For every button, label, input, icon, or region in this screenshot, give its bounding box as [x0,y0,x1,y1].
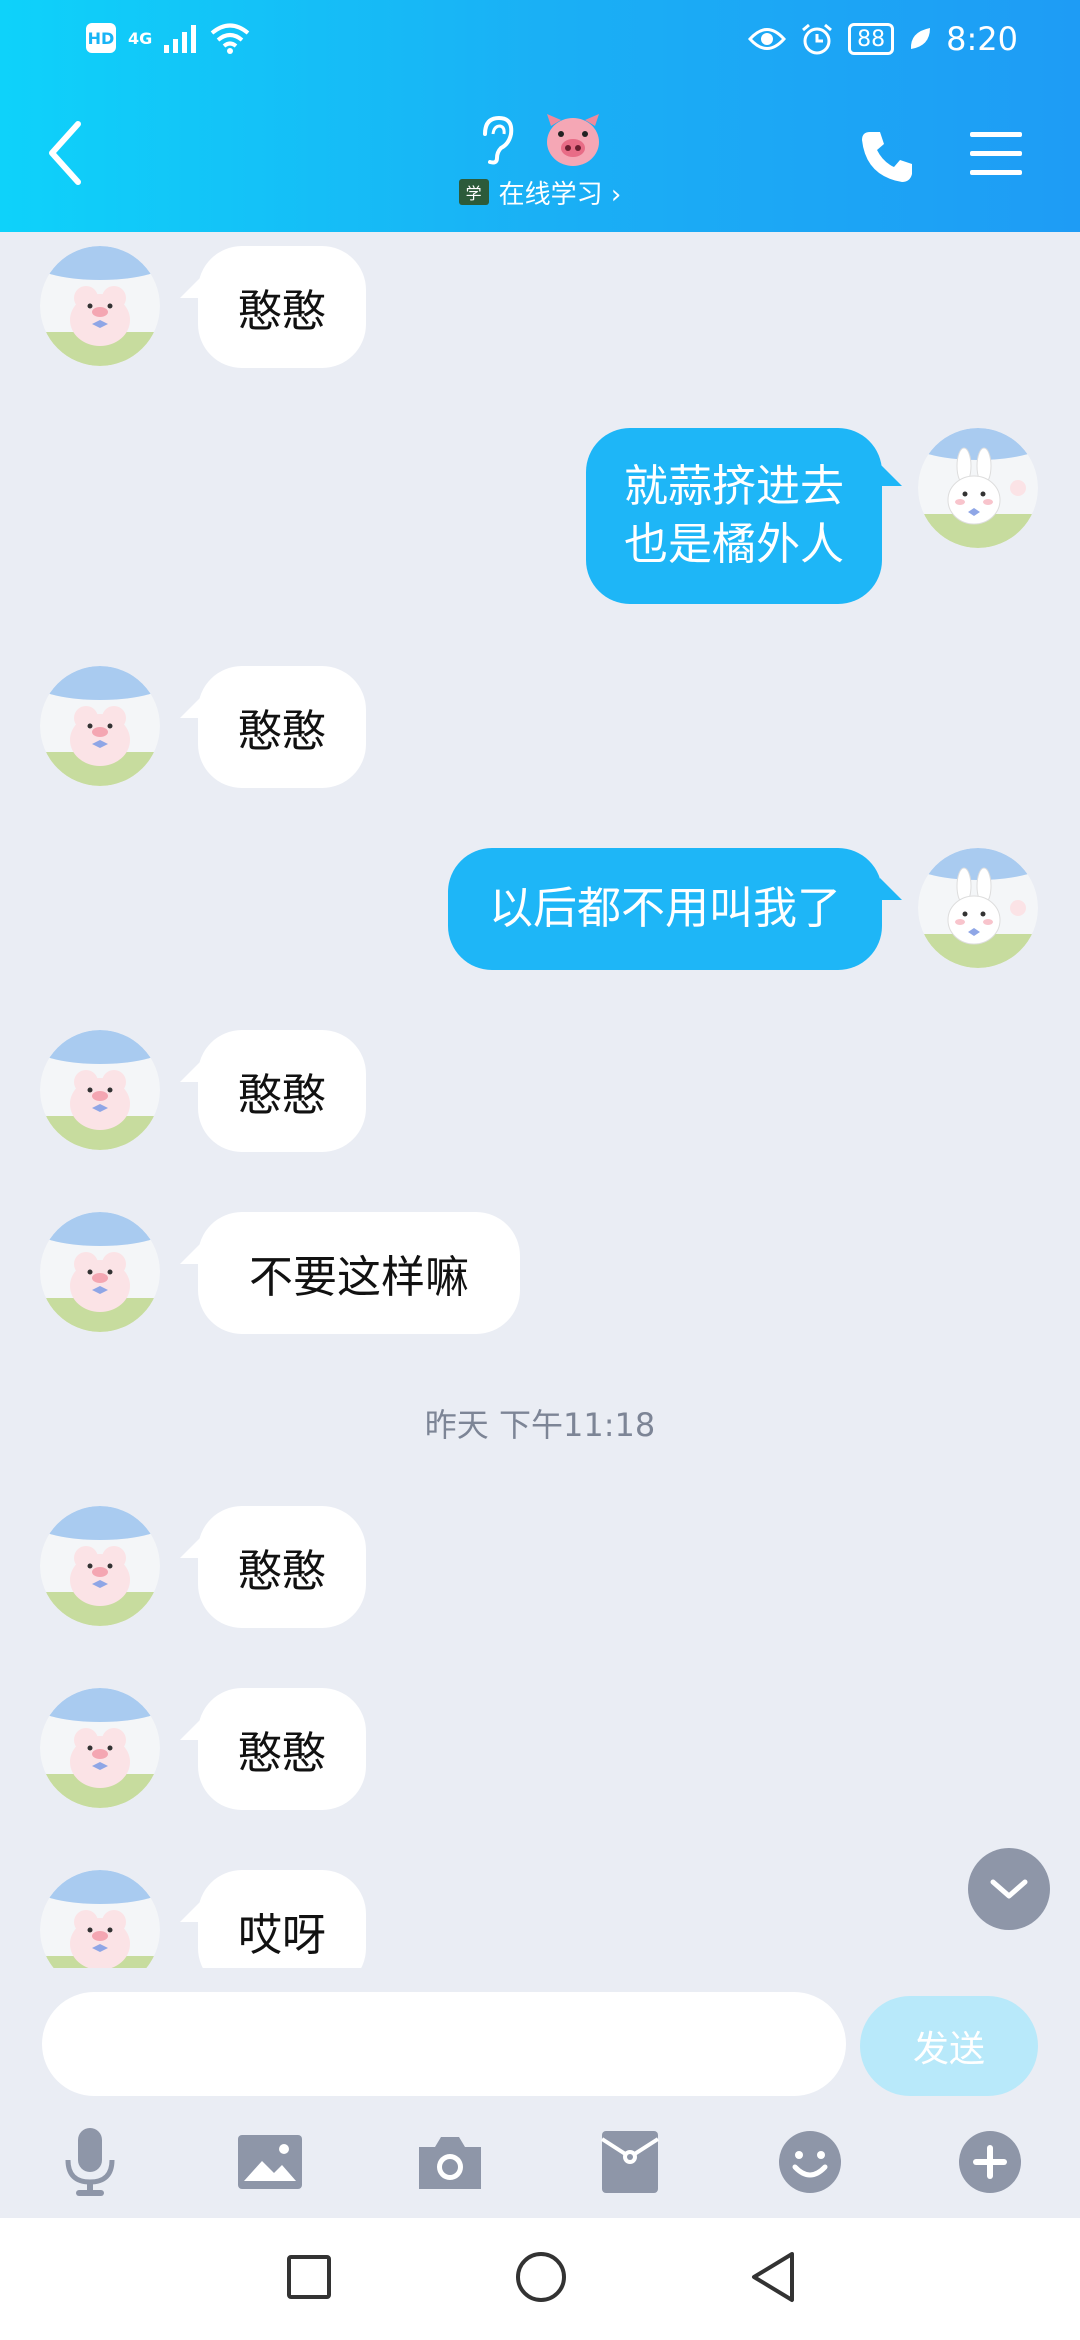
red-packet-button[interactable] [590,2122,670,2202]
send-button[interactable]: 发送 [860,1996,1038,2096]
study-badge: 学 [458,179,489,205]
chat-header: HD 4G 88 8:20 学 在线学习 › [0,0,1080,232]
call-button[interactable] [858,128,916,186]
phone-icon [862,132,912,182]
my-avatar[interactable] [918,428,1038,548]
home-button[interactable] [506,2242,576,2312]
emoji-icon [779,2131,841,2193]
more-button[interactable] [950,2122,1030,2202]
clock: 8:20 [946,20,1018,58]
signal-type: 4G [128,28,153,48]
plus-icon [959,2131,1021,2193]
message-text: 以后都不用叫我了 [489,883,841,934]
pig-avatar-icon [40,666,160,786]
message-text: 不要这样嘛 [249,1252,469,1303]
back-triangle-icon [752,2252,794,2302]
bubble-tail [880,464,902,486]
image-button[interactable] [230,2122,310,2202]
status-left: HD 4G [86,22,250,54]
camera-icon [419,2137,481,2189]
contact-avatar[interactable] [40,666,160,786]
menu-button[interactable] [968,128,1024,180]
bunny-avatar-icon [918,848,1038,968]
leaf-icon [911,28,931,49]
timestamp: 昨天 下午11:18 [424,1406,656,1444]
ear-icon [483,115,514,165]
message-text: 憨憨 [238,286,326,337]
contact-avatar[interactable] [40,246,160,366]
hamburger-icon [970,132,1022,175]
message-bubble-incoming[interactable]: 憨憨 [198,1688,366,1810]
contact-avatar[interactable] [40,1870,160,1968]
message-bubble-incoming[interactable]: 哎呀 [198,1870,366,1968]
my-avatar[interactable] [918,848,1038,968]
emoji-button[interactable] [770,2122,850,2202]
contact-avatar[interactable] [40,1212,160,1332]
message-list[interactable]: 憨憨 就蒜挤进去 也是橘外人 憨憨 以后都不用叫我了 憨憨 不要这样嘛 昨天 下… [0,232,1080,1968]
chevron-down-icon [990,1879,1028,1899]
message-bubble-incoming[interactable]: 憨憨 [198,246,366,368]
contact-avatar[interactable] [40,1506,160,1626]
message-line: 也是橘外人 [624,519,844,570]
contact-avatar[interactable] [40,1030,160,1150]
message-text: 憨憨 [238,706,326,757]
message-bubble-outgoing[interactable]: 就蒜挤进去 也是橘外人 [586,428,882,604]
status-right: 88 8:20 [748,20,1018,58]
voice-button[interactable] [50,2122,130,2202]
recent-apps-button[interactable] [274,2242,344,2312]
message-bubble-incoming[interactable]: 憨憨 [198,1506,366,1628]
chevron-left-icon [49,121,81,185]
message-bubble-incoming[interactable]: 不要这样嘛 [198,1212,520,1334]
signal-icon [164,25,197,53]
online-status[interactable]: 学 在线学习 › [440,174,640,210]
scroll-to-bottom-button[interactable] [968,1848,1050,1930]
message-text: 憨憨 [238,1070,326,1121]
battery-indicator: 88 [848,23,895,55]
home-icon [516,2252,566,2302]
back-button[interactable] [40,118,90,188]
bubble-tail [880,878,902,900]
image-icon [238,2135,302,2189]
back-nav-button[interactable] [738,2242,808,2312]
bunny-avatar-icon [918,428,1038,548]
alarm-icon [802,23,833,55]
eye-icon [748,28,787,50]
message-input[interactable] [42,1992,846,2096]
online-status-text: 在线学习 › [498,179,622,210]
contact-avatar[interactable] [40,1688,160,1808]
wifi-icon [210,23,250,54]
message-text: 就蒜挤进去 也是橘外人 [624,458,844,574]
message-line: 就蒜挤进去 [624,461,844,512]
chat-toolbar [0,2104,1080,2214]
pig-avatar-icon [40,246,160,366]
message-bubble-incoming[interactable]: 憨憨 [198,1030,366,1152]
pig-avatar-icon [40,1506,160,1626]
message-text: 憨憨 [238,1728,326,1779]
camera-button[interactable] [410,2122,490,2202]
pig-avatar-icon [40,1212,160,1332]
recent-apps-icon [287,2255,331,2299]
pig-avatar-icon [40,1030,160,1150]
pig-avatar-icon [40,1870,160,1968]
system-nav-bar [0,2218,1080,2340]
message-text: 哎呀 [238,1910,326,1961]
microphone-icon [65,2128,115,2196]
message-text: 憨憨 [238,1546,326,1597]
pig-face-icon [547,114,599,166]
red-packet-icon [600,2131,660,2193]
message-bubble-outgoing[interactable]: 以后都不用叫我了 [448,848,882,970]
message-bubble-incoming[interactable]: 憨憨 [198,666,366,788]
hd-badge: HD [86,23,116,53]
input-bar: 发送 [0,1968,1080,2096]
pig-avatar-icon [40,1688,160,1808]
chat-title[interactable] [440,110,640,170]
status-bar: HD 4G 88 8:20 [0,0,1080,80]
